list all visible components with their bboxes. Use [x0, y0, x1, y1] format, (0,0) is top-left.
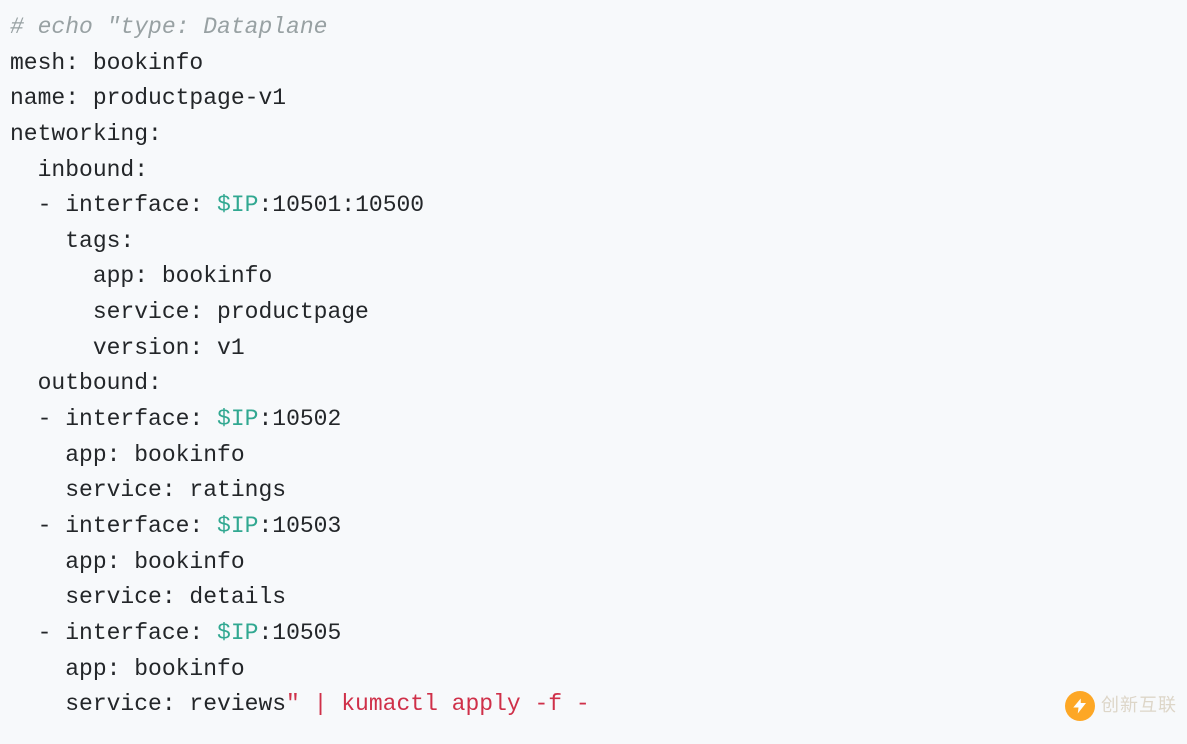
code-line: app: bookinfo	[10, 656, 245, 682]
code-block: # echo "type: Dataplane mesh: bookinfo n…	[10, 10, 1177, 723]
var-ip: $IP	[217, 513, 258, 539]
var-ip: $IP	[217, 620, 258, 646]
var-ip: $IP	[217, 192, 258, 218]
code-line: service: productpage	[10, 299, 369, 325]
code-line: name: productpage-v1	[10, 85, 286, 111]
code-line: - interface: $IP:10503	[10, 513, 341, 539]
code-comment: # echo "type: Dataplane	[10, 14, 327, 40]
code-line: version: v1	[10, 335, 245, 361]
code-line: app: bookinfo	[10, 442, 245, 468]
code-line: - interface: $IP:10505	[10, 620, 341, 646]
code-line: service: ratings	[10, 477, 286, 503]
code-line: app: bookinfo	[10, 263, 272, 289]
code-line: app: bookinfo	[10, 549, 245, 575]
code-line: inbound:	[10, 157, 148, 183]
code-string: " | kumactl apply -f -	[286, 691, 590, 717]
code-line: service: details	[10, 584, 286, 610]
code-line: service: reviews" | kumactl apply -f -	[10, 691, 590, 717]
code-line: - interface: $IP:10501:10500	[10, 192, 424, 218]
code-line: outbound:	[10, 370, 162, 396]
code-line: mesh: bookinfo	[10, 50, 203, 76]
code-line: networking:	[10, 121, 162, 147]
code-line: tags:	[10, 228, 134, 254]
code-line: - interface: $IP:10502	[10, 406, 341, 432]
var-ip: $IP	[217, 406, 258, 432]
